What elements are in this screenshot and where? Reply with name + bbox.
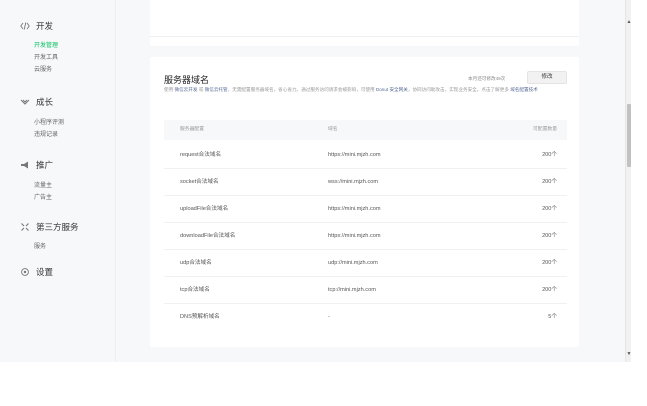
column-header-config: 服务器配置 [180,127,204,132]
row-domain: tcp://mini.mjzh.com [328,287,376,293]
modify-button[interactable]: 修改 [527,71,567,84]
nav-group-dev: 开发 开发管理 开发工具 云服务 [20,19,58,76]
row-domain: https://mini.mjzh.com [328,233,381,239]
row-name: DNS预解析域名 [180,314,220,320]
row-domain: udp://mini.mjzh.com [328,260,378,266]
table-row: downloadFile合法域名 https://mini.mjzh.com 2… [164,223,567,250]
row-count: 200个 [542,152,557,158]
row-domain: https://mini.mjzh.com [328,152,381,158]
row-count: 200个 [542,260,557,266]
row-count: 200个 [542,233,557,239]
row-name: socket合法域名 [180,179,219,185]
sidebar-item-advertiser[interactable]: 广告主 [34,192,53,204]
column-header-count: 可配置数量 [533,127,557,132]
row-name: uploadFile合法域名 [180,206,229,212]
megaphone-icon [20,160,30,170]
desc-text: ，协同访问助攻击，实现业务安全。点击了解更多 [407,87,509,92]
nav-head-growth[interactable]: 成长 [20,95,64,109]
nav-group-third-party: 第三方服务 服务 [20,220,79,253]
sidebar-item-traffic[interactable]: 流量主 [34,180,53,192]
sidebar-item-services[interactable]: 服务 [34,241,79,253]
scroll-thumb[interactable] [627,104,631,167]
divider [150,36,579,37]
nav-group-promo: 推广 流量主 广告主 [20,158,53,204]
cloud-hosting-link[interactable]: 微信云托管 [205,87,228,92]
code-icon [20,21,30,31]
donut-gateway-link[interactable]: Donut 安全网关 [376,87,408,92]
nav-head-dev[interactable]: 开发 [20,19,58,33]
section-title: 服务器域名 [164,75,210,85]
row-count: 200个 [542,287,557,293]
table-row: socket合法域名 wss://mini.mjzh.com 200个 [164,169,567,196]
row-name: tcp合法域名 [180,287,210,293]
table-row: uploadFile合法域名 https://mini.mjzh.com 200… [164,196,567,223]
nav-label: 第三方服务 [36,222,79,232]
nav-label: 设置 [36,267,54,277]
server-domain-card: 服务器域名 本月还可修改49次 修改 使用 微信云开发 或 微信云托管，无需配置… [150,57,579,347]
table-row: udp合法域名 udp://mini.mjzh.com 200个 [164,250,567,277]
table-header: 服务器配置 域名 可配置数量 [164,120,567,140]
row-domain: wss://mini.mjzh.com [328,179,379,185]
app-window: 开发 开发管理 开发工具 云服务 成长 小程序评测 违规记录 推广 流量主 广告… [0,0,625,362]
settings-icon [20,267,30,277]
quota-text: 本月还可修改49次 [468,76,506,81]
scroll-down-arrow-icon[interactable]: ▼ [626,350,632,358]
nav-group-settings: 设置 [20,265,53,279]
cloud-dev-link[interactable]: 微信云开发 [174,87,197,92]
sidebar-item-cloud[interactable]: 云服务 [34,64,58,76]
desc-text: 或 [198,87,204,92]
table-row: request合法域名 https://mini.mjzh.com 200个 [164,142,567,169]
domain-config-link[interactable]: 域名配置技术 [510,87,538,92]
growth-icon [20,97,30,107]
row-name: request合法域名 [180,152,222,158]
scroll-up-arrow-icon[interactable]: ▲ [626,18,632,26]
row-count: 200个 [542,179,557,185]
row-count: 200个 [542,206,557,212]
puzzle-icon [20,222,30,232]
desc-text: 使用 [164,87,174,92]
previous-section-card [150,0,579,46]
vertical-scrollbar[interactable]: ▲ ▼ [625,0,631,362]
sidebar-item-dev-tools[interactable]: 开发工具 [34,52,58,64]
nav-head-third-party[interactable]: 第三方服务 [20,220,79,234]
nav-head-promo[interactable]: 推广 [20,158,53,172]
row-count: 5个 [548,314,557,320]
table-row: DNS预解析域名 - 5个 [164,304,567,331]
sidebar: 开发 开发管理 开发工具 云服务 成长 小程序评测 违规记录 推广 流量主 广告… [0,0,116,362]
row-domain: - [328,314,330,320]
nav-label: 推广 [36,160,54,170]
sidebar-item-dev-manage[interactable]: 开发管理 [34,40,58,52]
sidebar-item-evaluation[interactable]: 小程序评测 [34,117,64,129]
row-name: udp合法域名 [180,260,212,266]
nav-head-settings[interactable]: 设置 [20,265,53,279]
row-domain: https://mini.mjzh.com [328,206,381,212]
sidebar-item-violations[interactable]: 违规记录 [34,129,64,141]
nav-label: 开发 [36,21,54,31]
desc-text: ，无需配置服务器域名，省心省力。通过服务访问请求会被影响，可使用 [227,87,375,92]
nav-group-growth: 成长 小程序评测 违规记录 [20,95,64,141]
row-name: downloadFile合法域名 [180,233,236,239]
section-description: 使用 微信云开发 或 微信云托管，无需配置服务器域名，省心省力。通过服务访问请求… [164,86,564,93]
table-row: tcp合法域名 tcp://mini.mjzh.com 200个 [164,277,567,304]
column-header-domain: 域名 [328,127,338,132]
nav-label: 成长 [36,97,54,107]
